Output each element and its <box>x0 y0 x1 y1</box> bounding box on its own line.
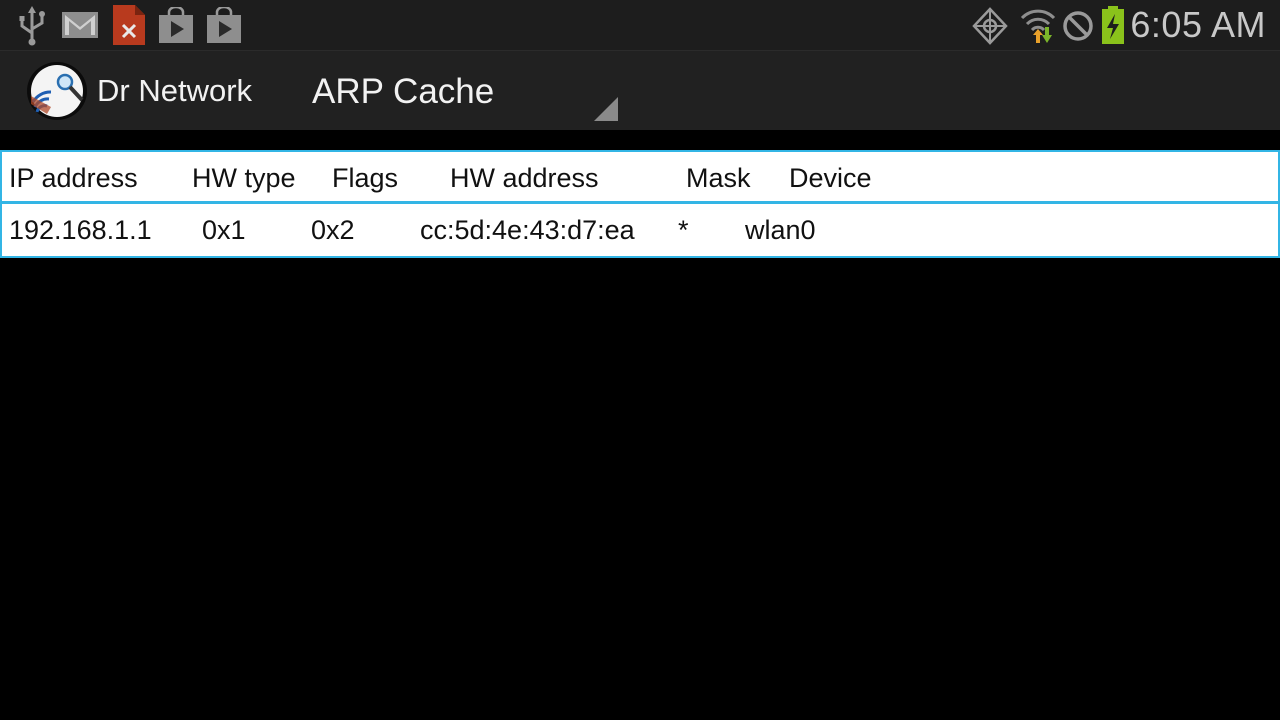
status-clock: 6:05 AM <box>1130 4 1266 45</box>
column-header-hw-type: HW type <box>192 163 296 193</box>
column-header-mask: Mask <box>686 163 751 193</box>
play-store-icon <box>207 7 241 43</box>
app-name[interactable]: Dr Network <box>97 72 252 110</box>
cell-device: wlan0 <box>745 215 816 245</box>
cell-flags: 0x2 <box>311 215 355 245</box>
play-store-icon <box>159 7 193 43</box>
column-header-hw-address: HW address <box>450 163 599 193</box>
arp-table: IP address HW type Flags HW address Mask… <box>0 150 1280 258</box>
spinner-label: ARP Cache <box>312 72 495 111</box>
status-bar: 6:05 AM <box>0 0 1280 50</box>
action-bar: Dr Network ARP Cache <box>0 50 1280 130</box>
dropdown-triangle-icon <box>594 97 618 121</box>
file-error-icon <box>113 5 145 45</box>
table-row[interactable]: 192.168.1.1 0x1 0x2 cc:5d:4e:43:d7:ea * … <box>2 204 1278 256</box>
table-header-row: IP address HW type Flags HW address Mask… <box>2 152 1278 204</box>
battery-charging-icon <box>1102 6 1124 44</box>
cell-ip-address: 192.168.1.1 <box>9 215 152 245</box>
cell-mask: * <box>678 215 689 245</box>
app-logo-icon[interactable] <box>27 62 87 120</box>
view-selector-spinner[interactable]: ARP Cache <box>312 71 618 121</box>
column-header-ip-address: IP address <box>9 163 138 193</box>
column-header-flags: Flags <box>332 163 399 193</box>
cell-hw-type: 0x1 <box>202 215 246 245</box>
column-header-device: Device <box>789 163 872 193</box>
usb-icon <box>19 6 45 46</box>
block-icon <box>1063 11 1093 41</box>
wifi-icon <box>1020 9 1056 43</box>
gps-icon <box>972 7 1008 45</box>
cell-hw-address: cc:5d:4e:43:d7:ea <box>420 215 635 245</box>
gmail-icon <box>62 12 98 38</box>
